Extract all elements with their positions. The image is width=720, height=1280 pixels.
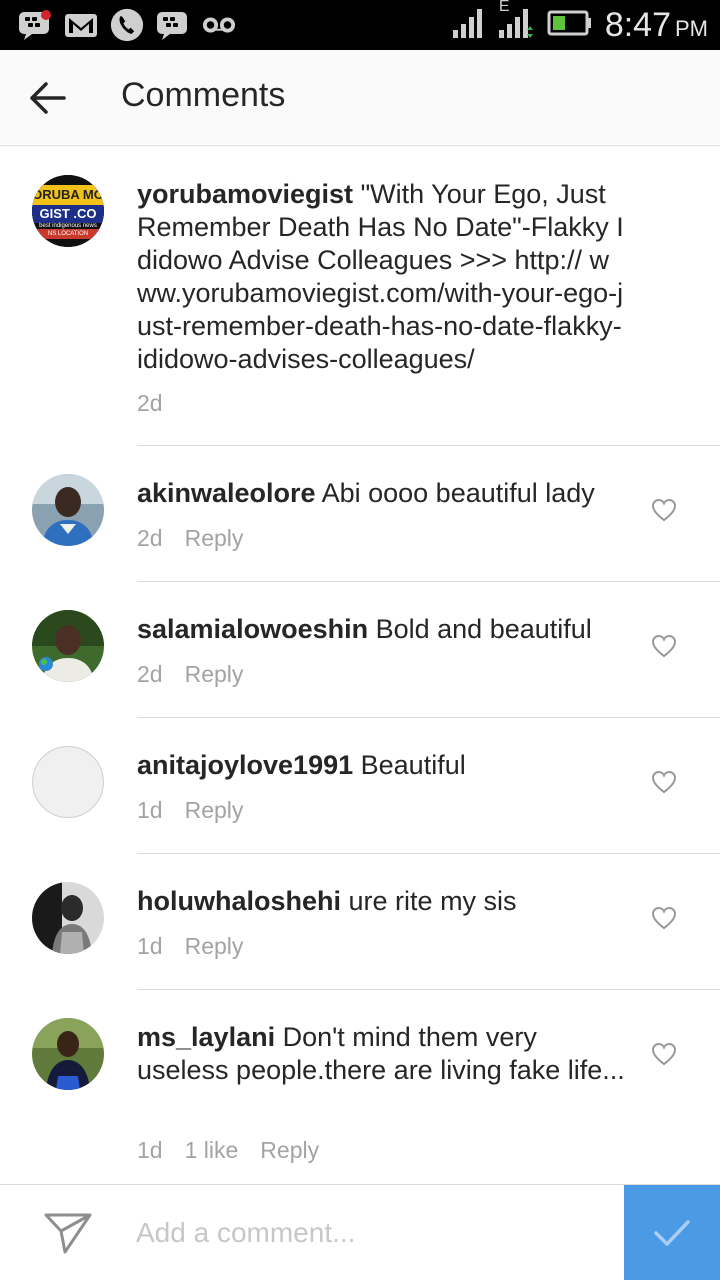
comment-meta: 1d 1 like Reply xyxy=(137,1137,341,1164)
comment-body: yorubamoviegist "With Your Ego, Just Rem… xyxy=(137,178,627,376)
comment-meta: 2d Reply xyxy=(137,525,265,552)
like-button[interactable] xyxy=(648,631,680,661)
heart-icon xyxy=(651,498,677,522)
checkmark-icon xyxy=(654,1220,690,1246)
avatar-placeholder[interactable] xyxy=(32,746,104,818)
like-button[interactable] xyxy=(648,495,680,525)
comment-text: Abi oooo beautiful lady xyxy=(321,478,595,508)
avatar-logo-text: best indigenous news xyxy=(39,223,97,229)
comment-item: anitajoylove1991 Beautiful 1d Reply xyxy=(0,718,720,854)
reply-button[interactable]: Reply xyxy=(260,1137,319,1164)
reply-button[interactable]: Reply xyxy=(185,797,244,824)
comment-text: Bold and beautiful xyxy=(375,614,592,644)
comment-body: holuwhaloshehi ure rite my sis xyxy=(137,885,627,918)
comment-username[interactable]: akinwaleolore xyxy=(137,478,316,508)
heart-icon xyxy=(651,906,677,930)
missed-call-icon xyxy=(110,8,144,42)
gmail-icon xyxy=(64,10,98,40)
comment-age: 2d xyxy=(137,390,163,416)
comment-meta: 2d xyxy=(137,390,185,417)
comment-age: 2d xyxy=(137,661,163,687)
system-indicators: E 8:47 PM xyxy=(451,0,708,50)
comment-item: salamialowoeshin Bold and beautiful 2d R… xyxy=(0,582,720,718)
comment-username[interactable]: salamialowoeshin xyxy=(137,614,368,644)
caption-comment: ORUBA MO GIST .CO best indigenous news N… xyxy=(0,147,720,446)
voicemail-icon xyxy=(202,10,236,40)
comment-input[interactable] xyxy=(120,1205,610,1261)
heart-icon xyxy=(651,1042,677,1066)
like-count[interactable]: 1 like xyxy=(185,1137,239,1164)
reply-button[interactable]: Reply xyxy=(185,661,244,688)
clock-ampm: PM xyxy=(675,15,708,41)
like-button[interactable] xyxy=(648,767,680,797)
direct-share-button[interactable] xyxy=(42,1209,94,1257)
like-button[interactable] xyxy=(648,903,680,933)
reply-button[interactable]: Reply xyxy=(185,525,244,552)
comment-meta: 1d Reply xyxy=(137,933,265,960)
back-arrow-icon xyxy=(30,82,66,114)
paper-plane-icon xyxy=(44,1213,92,1254)
comment-age: 1d xyxy=(137,1137,163,1163)
comment-composer xyxy=(0,1184,720,1280)
comment-item: ms_laylani Don't mind them very useless … xyxy=(0,990,720,1184)
comment-item: holuwhaloshehi ure rite my sis 1d Reply xyxy=(0,854,720,990)
comment-text: ure rite my sis xyxy=(348,886,517,916)
avatar-logo-text: ORUBA MO xyxy=(32,187,104,202)
clock: 8:47 PM xyxy=(605,6,708,45)
signal-icon xyxy=(451,6,485,45)
comment-meta: 1d Reply xyxy=(137,797,265,824)
avatar-logo-text: GIST .CO xyxy=(39,206,97,221)
post-comment-button[interactable] xyxy=(624,1185,720,1280)
network-type-label: E xyxy=(498,0,510,15)
comment-age: 1d xyxy=(137,797,163,823)
avatar[interactable] xyxy=(32,1018,104,1090)
avatar[interactable] xyxy=(32,474,104,546)
comments-header: Comments xyxy=(0,50,720,146)
comment-username[interactable]: ms_laylani xyxy=(137,1022,275,1052)
bbm-chat-icon xyxy=(156,10,190,40)
comment-body: ms_laylani Don't mind them very useless … xyxy=(137,1021,627,1087)
comment-age: 1d xyxy=(137,933,163,959)
battery-icon xyxy=(547,9,593,42)
avatar[interactable]: ORUBA MO GIST .CO best indigenous news N… xyxy=(32,175,104,247)
comment-age: 2d xyxy=(137,525,163,551)
page-title: Comments xyxy=(121,76,286,114)
comment-meta: 2d Reply xyxy=(137,661,265,688)
status-bar: E 8:47 PM xyxy=(0,0,720,50)
avatar-logo-text: NS LOCATION xyxy=(47,231,89,237)
bbm-notification-icon xyxy=(18,10,52,40)
clock-time: 8:47 xyxy=(604,5,671,44)
avatar[interactable] xyxy=(32,882,104,954)
avatar[interactable] xyxy=(32,610,104,682)
comment-body: anitajoylove1991 Beautiful xyxy=(137,749,627,782)
notification-icons xyxy=(18,6,236,44)
comment-item: akinwaleolore Abi oooo beautiful lady 2d… xyxy=(0,446,720,582)
comment-body: salamialowoeshin Bold and beautiful xyxy=(137,613,627,646)
comment-username[interactable]: anitajoylove1991 xyxy=(137,750,353,780)
like-button[interactable] xyxy=(648,1039,680,1069)
heart-icon xyxy=(651,770,677,794)
reply-button[interactable]: Reply xyxy=(185,933,244,960)
back-button[interactable] xyxy=(24,74,72,122)
comment-username[interactable]: yorubamoviegist xyxy=(137,179,353,209)
comment-body: akinwaleolore Abi oooo beautiful lady xyxy=(137,477,627,510)
comment-text: Beautiful xyxy=(360,750,466,780)
comment-username[interactable]: holuwhaloshehi xyxy=(137,886,341,916)
heart-icon xyxy=(651,634,677,658)
data-signal-icon: E xyxy=(497,0,535,47)
